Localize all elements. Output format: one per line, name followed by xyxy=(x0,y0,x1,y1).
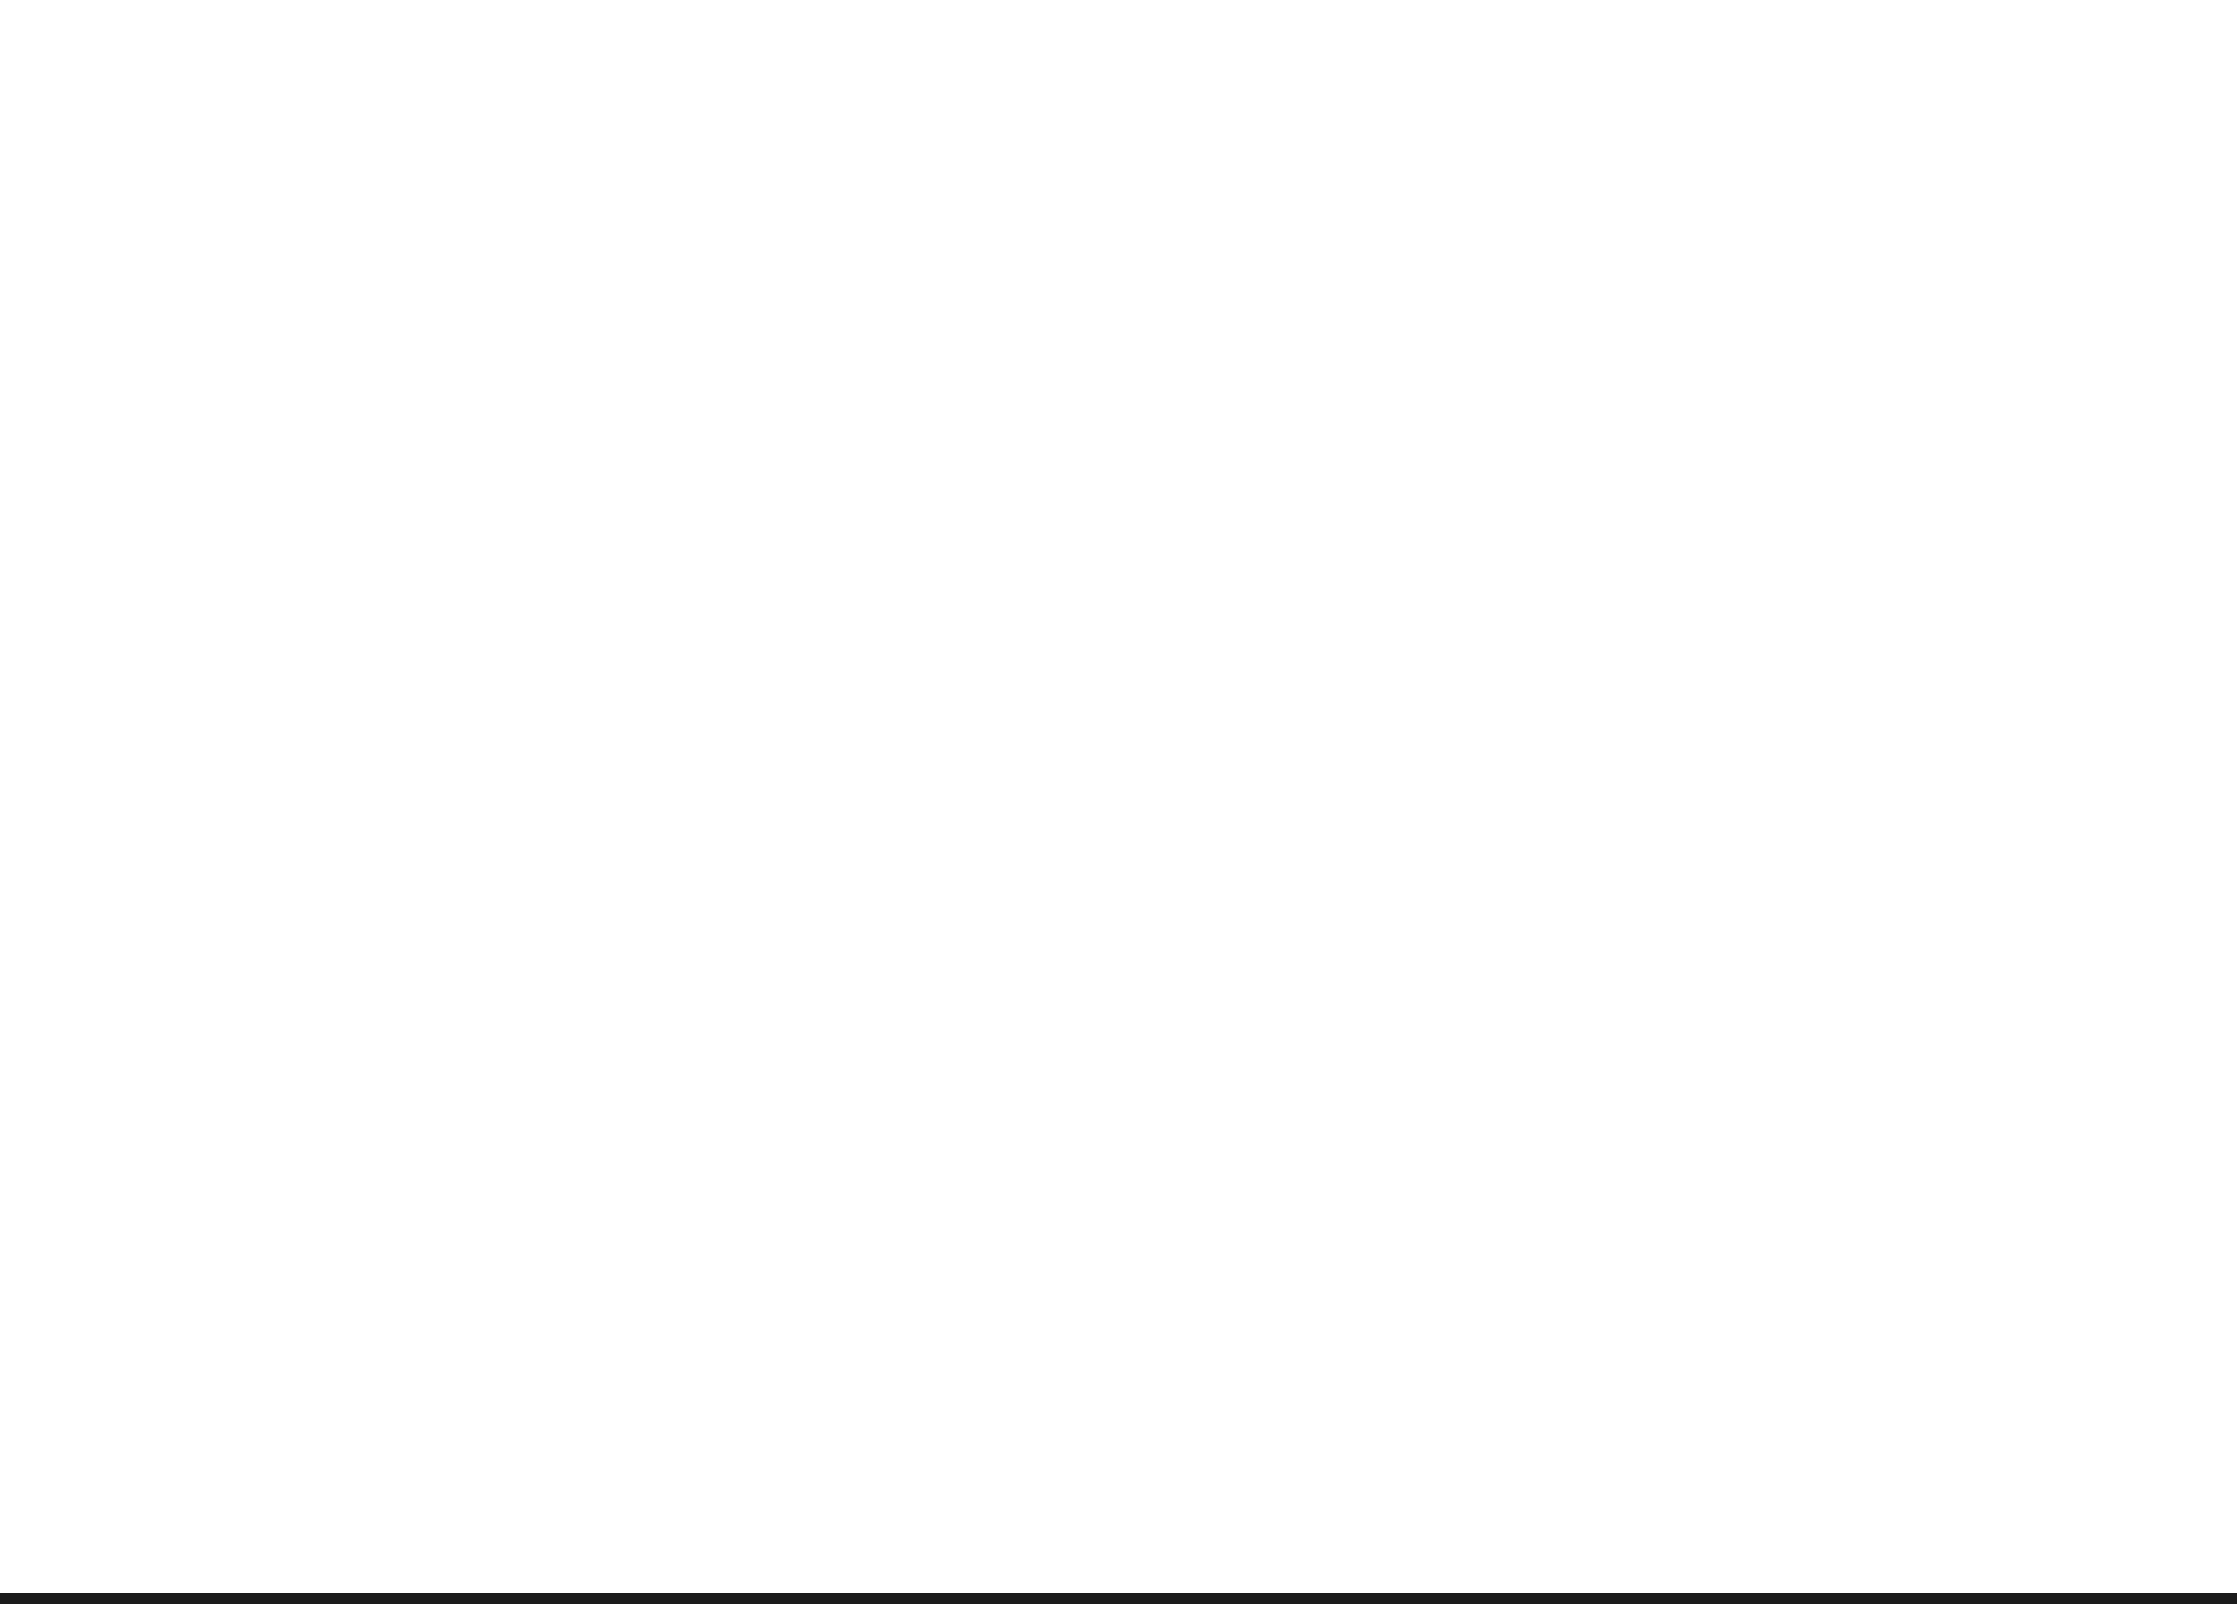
window-bottom-edge xyxy=(0,1593,2237,1604)
screen: Code: SEC - Coding System identification… xyxy=(0,0,2237,1604)
